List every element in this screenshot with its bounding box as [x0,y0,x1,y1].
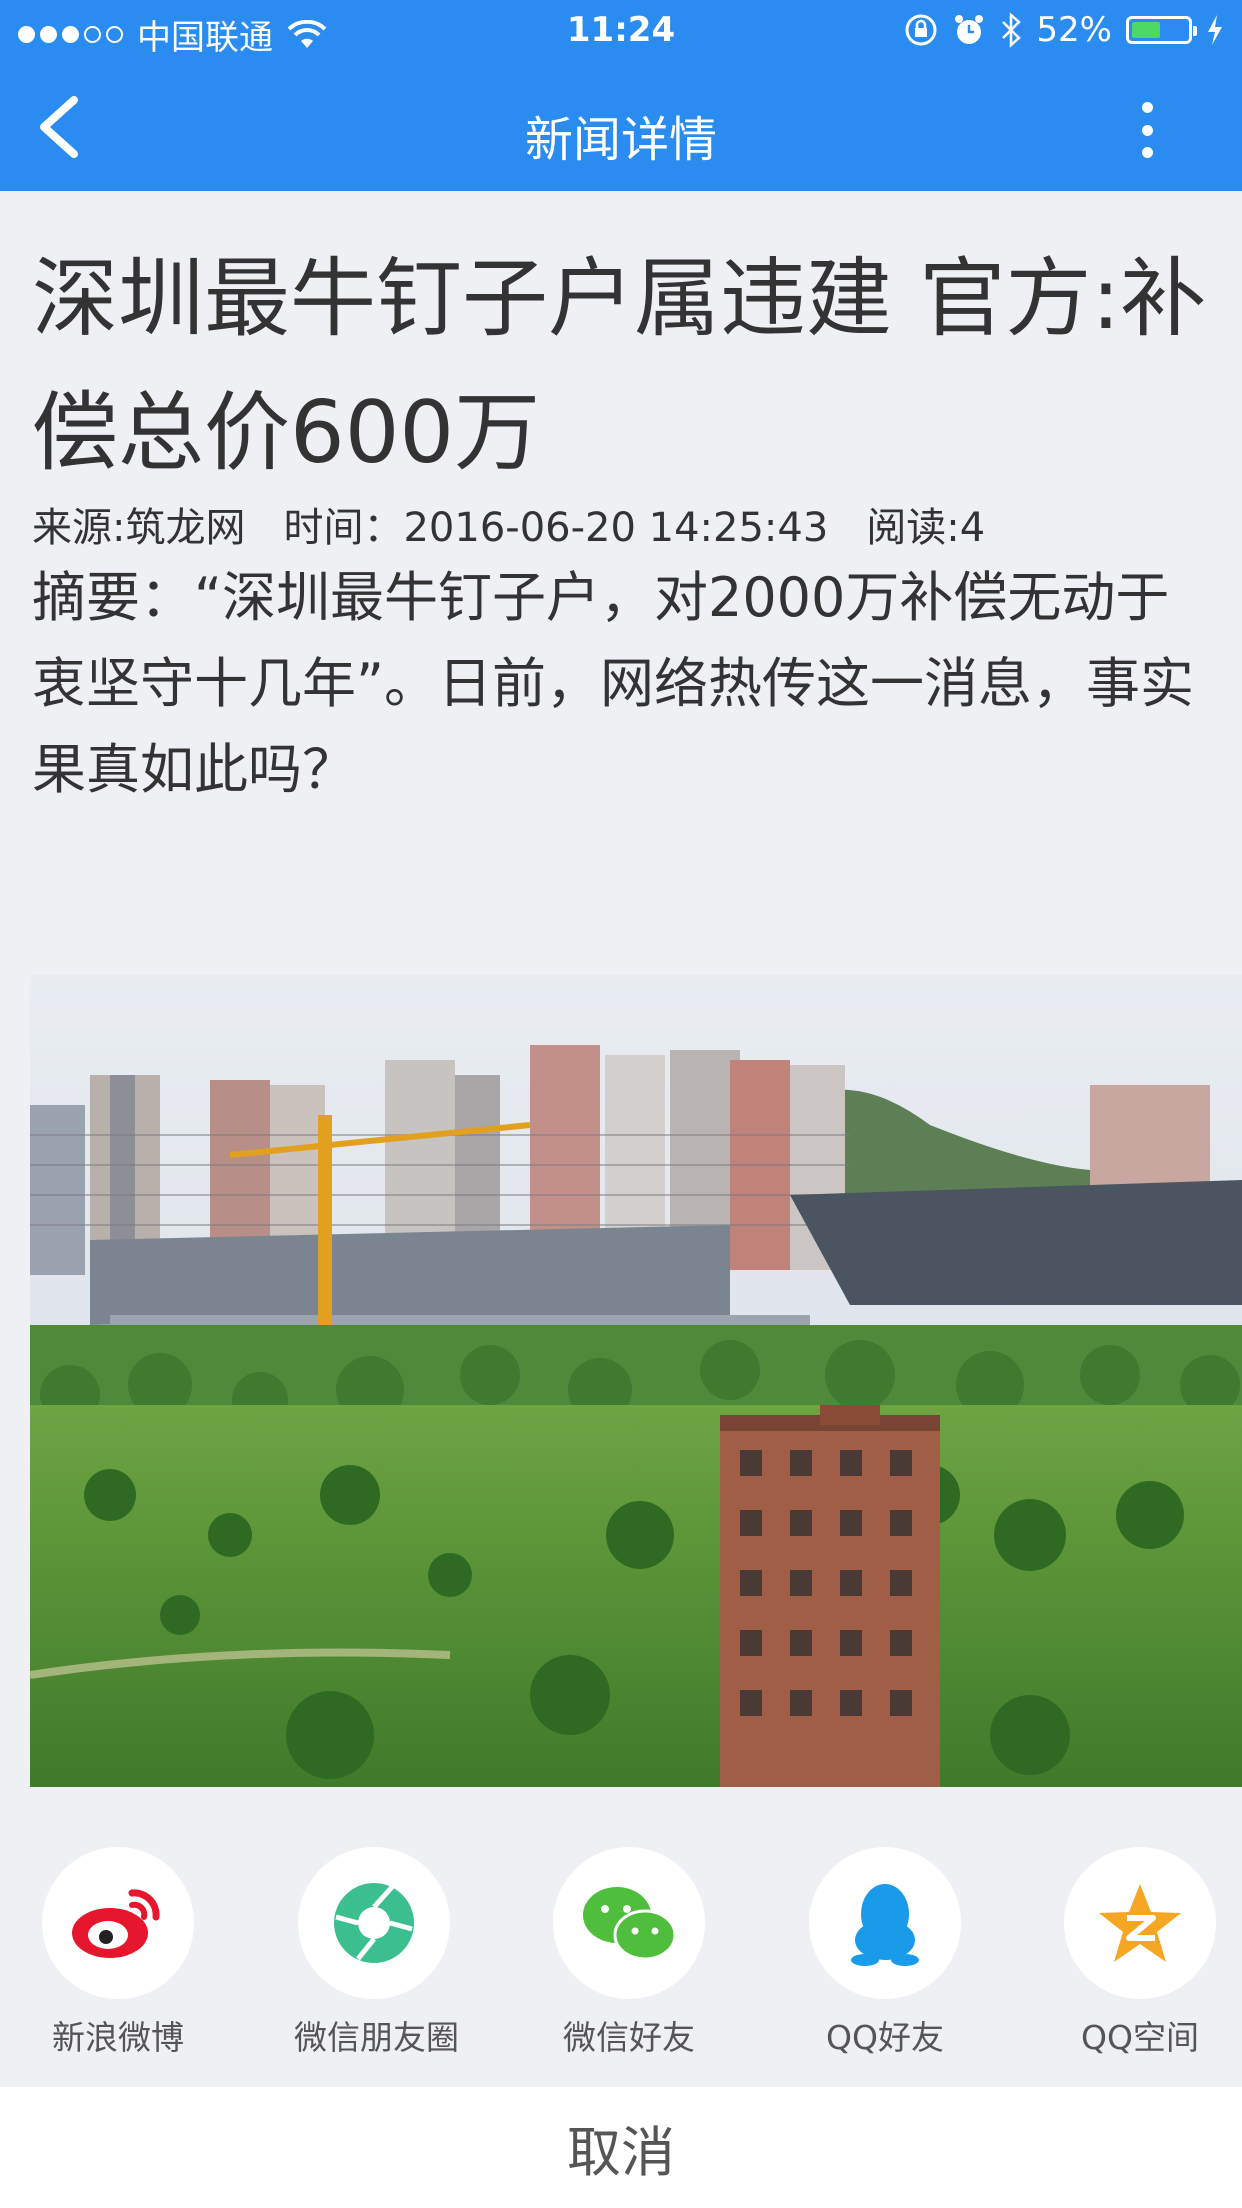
share-label: 微信好友 [563,2018,695,2057]
wechat-icon [583,1887,677,1961]
battery-percentage: 52% [1036,10,1112,50]
more-dot-icon [1141,124,1153,136]
cancel-button[interactable]: 取消 [0,2087,1242,2208]
moments-icon [334,1883,414,1963]
article-meta: 来源:筑龙网 时间：2016-06-20 14:25:43 阅读:4 [32,495,985,553]
share-label: 新浪微博 [52,2018,184,2057]
battery-level [1132,22,1160,38]
navigation-bar: 新闻详情 [0,64,1242,191]
article-read-count: 阅读:4 [866,505,986,551]
alarm-icon [955,15,984,44]
article-summary: 摘要：“深圳最牛钉子户，对2000万补偿无动于衷坚守十几年”。日前，网络热传这一… [32,566,1194,801]
qzone-icon [1099,1884,1181,1962]
article-title: 深圳最牛钉子户属违建 官方:补偿总价600万 [32,249,1207,483]
qq-icon [851,1884,919,1966]
bluetooth-icon [1002,12,1022,48]
share-qq-button[interactable]: QQ好友 [805,1847,965,2059]
charging-icon [1208,15,1222,45]
share-icon-circle [298,1847,450,1999]
share-icon-circle [1064,1847,1216,1999]
share-label: QQ空间 [1081,2018,1199,2057]
share-icon-circle [42,1847,194,1999]
share-moments-button[interactable]: 微信朋友圈 [294,1847,459,2059]
page-title: 新闻详情 [524,112,717,168]
more-options-button[interactable] [1132,102,1162,158]
article-photo [30,975,1242,1787]
share-weibo-button[interactable]: 新浪微博 [38,1847,198,2059]
rotation-lock-icon [905,14,937,46]
share-label: 微信朋友圈 [294,2018,459,2057]
article-source: 来源:筑龙网 [32,505,246,551]
share-qzone-button[interactable]: QQ空间 [1060,1847,1220,2059]
more-dot-icon [1141,102,1153,113]
share-label: QQ好友 [826,2018,944,2057]
more-dot-icon [1141,147,1153,158]
article-time: 时间：2016-06-20 14:25:43 [283,505,829,551]
status-right: 52% [904,10,1224,50]
battery-icon [1126,16,1197,44]
share-wechat-button[interactable]: 微信好友 [549,1847,709,2059]
share-icon-circle [809,1847,961,1999]
share-sheet: 新浪微博 微信朋友圈 微信好友 QQ好友 QQ空间 [0,1787,1242,2087]
weibo-icon [72,1889,160,1958]
share-icon-circle [553,1847,705,1999]
status-bar: 中国联通 11:24 52% [0,0,1242,64]
